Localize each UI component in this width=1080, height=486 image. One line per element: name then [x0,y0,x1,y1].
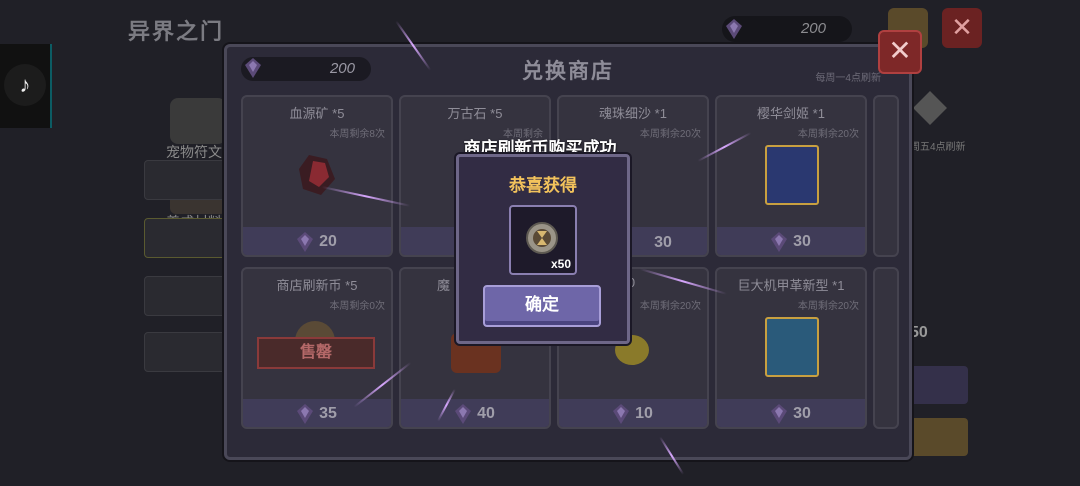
gem-icon [726,19,742,39]
item-price: 30 [793,405,811,423]
item-name: 商店刷新币 *5 [276,278,358,293]
background-currency: 200 [722,16,852,42]
shop-item-card[interactable]: 血源矿 *5 本周剩余8次 20 [241,95,393,257]
reward-quantity: x50 [550,257,571,271]
bg-list-item [144,160,226,200]
item-price: 35 [319,405,337,423]
sold-out-badge: 售罄 [257,337,375,369]
shop-title: 兑换商店 [522,60,614,83]
item-remaining: 本周剩余20次 [797,129,859,140]
item-remaining: 本周剩余20次 [639,301,701,312]
mecha-card-icon [765,317,819,377]
tiktok-sidebar: ♪ [0,44,52,128]
shop-item-card-partial[interactable] [873,267,899,429]
reward-item-slot[interactable]: x50 [509,205,577,275]
confirm-button[interactable]: 确定 [483,285,601,327]
sakura-sword-card-icon [765,145,819,205]
item-name: 巨大机甲革新型 *1 [737,278,845,293]
item-name: 魂珠细沙 *1 [599,106,667,121]
shop-item-card[interactable]: 巨大机甲革新型 *1 本周剩余20次 30 [715,267,867,429]
item-remaining: 本周剩余20次 [639,129,701,140]
gem-icon [613,404,630,424]
right-value: 50 [910,324,928,341]
pet-rune-icon [170,98,226,144]
gem-icon [455,404,472,424]
item-name: 血源矿 *5 [289,106,345,121]
gem-icon [297,232,314,252]
background-currency-amount: 200 [800,20,826,37]
item-price: 40 [477,405,495,423]
item-price: 20 [319,233,337,251]
refresh-coin-icon [526,222,558,254]
item-remaining: 本周剩余8次 [329,129,385,140]
shop-refresh-note: 每周一4点刷新 [815,73,881,84]
tiktok-icon[interactable]: ♪ [4,64,46,106]
item-name: 万古石 *5 [447,106,503,121]
gem-icon [771,404,788,424]
gem-icon [297,404,314,424]
shop-item-card-partial[interactable] [873,95,899,257]
background-title: 异界之门 [128,19,225,44]
item-price: 30 [654,234,672,251]
item-price: 10 [635,405,653,423]
item-remaining: 本周剩余20次 [797,301,859,312]
bg-list-item [144,276,226,316]
reward-dialog: 恭喜获得 x50 确定 [456,154,630,344]
shop-close-button[interactable]: ✕ [878,30,922,74]
background-close-button[interactable]: ✕ [942,8,982,48]
item-price: 30 [793,233,811,251]
bg-list-item [144,218,226,258]
shop-item-card[interactable]: 樱华剑姬 *1 本周剩余20次 30 [715,95,867,257]
item-remaining: 本周剩余0次 [329,301,385,312]
reward-title: 恭喜获得 [509,176,577,195]
shop-item-card[interactable]: 商店刷新币 *5 本周剩余0次 售罄 35 [241,267,393,429]
side-tab-pet-rune[interactable]: 宠物符文 [166,142,222,162]
bg-list-item [144,332,226,372]
gem-icon [771,232,788,252]
item-name: 樱华剑姬 *1 [757,106,825,121]
